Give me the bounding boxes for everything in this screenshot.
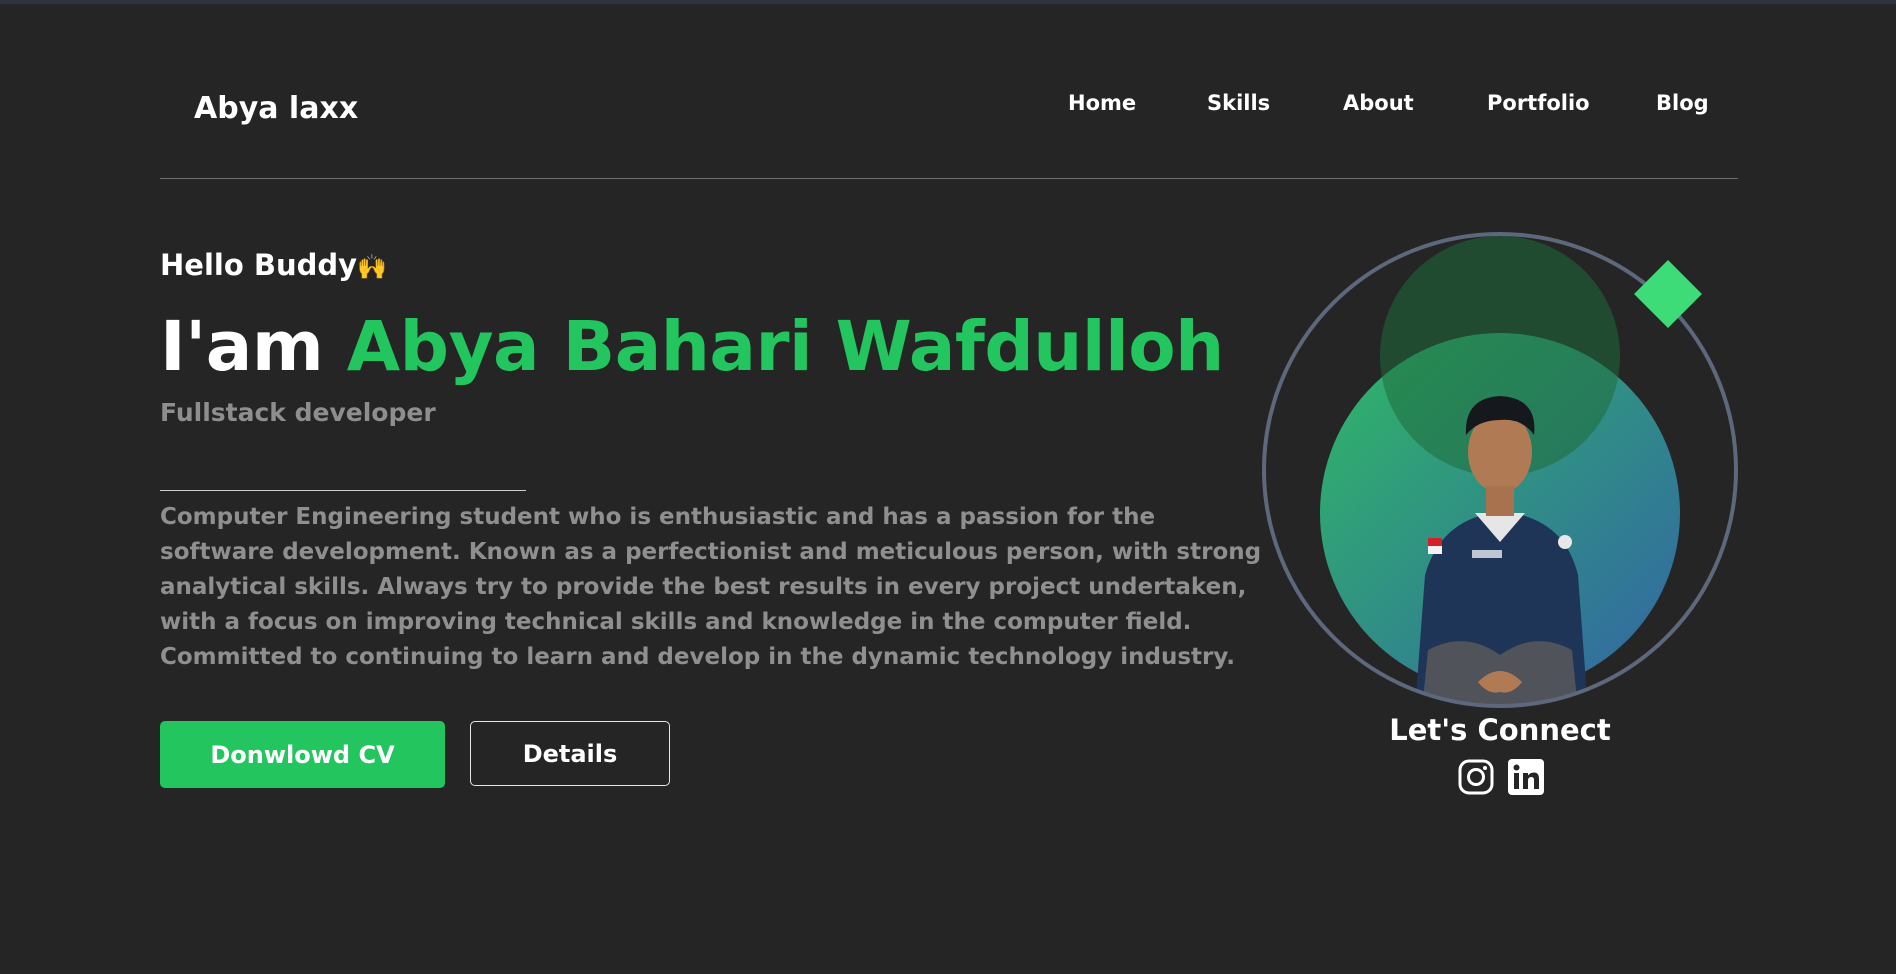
lets-connect-heading: Let's Connect — [1389, 713, 1611, 747]
nav-portfolio[interactable]: Portfolio — [1487, 88, 1590, 118]
raising-hands-icon: 🙌 — [357, 253, 387, 281]
nav-about[interactable]: About — [1343, 88, 1414, 118]
hero-headline: I'am Abya Bahari Wafdulloh — [160, 300, 1224, 394]
headline-name: Abya Bahari Wafdulloh — [346, 307, 1224, 387]
page: Abya laxx Home Skills About Portfolio Bl… — [160, 0, 1738, 974]
social-links — [1457, 758, 1547, 798]
linkedin-icon[interactable] — [1507, 758, 1545, 796]
section-divider — [160, 490, 526, 491]
diamond-shape — [1634, 260, 1702, 328]
nav-skills[interactable]: Skills — [1207, 88, 1270, 118]
instagram-icon[interactable] — [1457, 758, 1495, 796]
greeting-text: Hello Buddy — [160, 248, 358, 282]
details-button[interactable]: Details — [470, 721, 670, 786]
main-nav: Home Skills About Portfolio Blog — [160, 88, 1738, 122]
header-divider — [160, 178, 1738, 179]
nav-blog[interactable]: Blog — [1656, 88, 1709, 118]
headline-intro: I'am — [160, 307, 347, 387]
greeting: Hello Buddy🙌 — [160, 246, 387, 286]
profile-portrait — [1262, 232, 1738, 708]
nav-home[interactable]: Home — [1068, 88, 1136, 118]
download-cv-button[interactable]: Donwlowd CV — [160, 721, 445, 788]
bio-paragraph: Computer Engineering student who is enth… — [160, 504, 1262, 670]
job-title: Fullstack developer — [160, 398, 436, 427]
